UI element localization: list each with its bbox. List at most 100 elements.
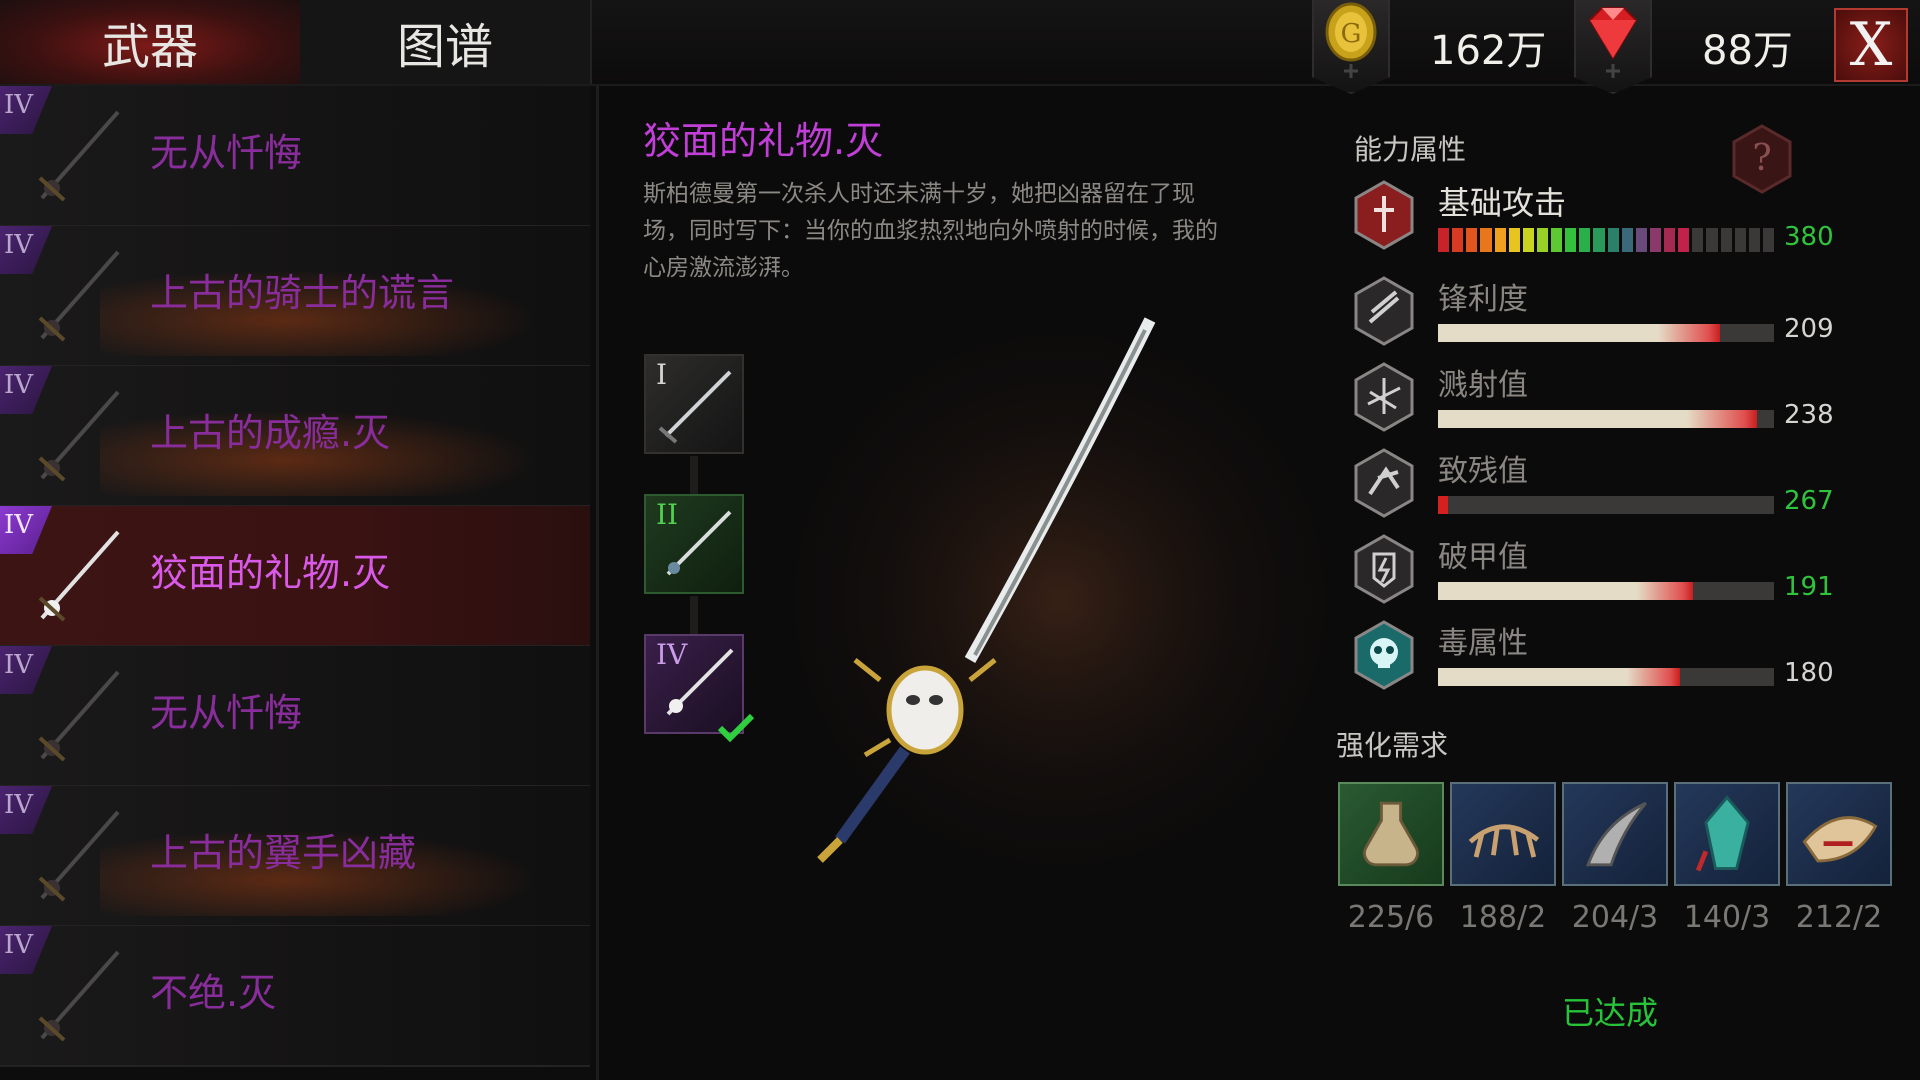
weapon-thumbnail-icon [38,670,120,762]
gem-amount: 88万 [1702,28,1793,74]
stat-bar-segment [1664,228,1676,252]
stat-bar-segment [1536,228,1548,252]
checkmark-icon [717,713,755,743]
weapon-name: 狡面的礼物.灭 [150,551,391,595]
weapon-list-item[interactable]: IV 上古的成瘾.灭 [0,366,590,507]
weapon-list-item[interactable]: IV 无从忏悔 [0,86,590,227]
svg-text:G: G [1341,19,1362,49]
weapon-thumbnail-icon [38,810,120,902]
stat-bar-segment [1522,228,1534,252]
top-bar: 武器 图谱 G 162万 88万 X [0,0,1920,94]
bone-icon [1802,816,1878,863]
splash-icon [1354,362,1414,432]
weapon-list-item[interactable]: IV 狡面的礼物.灭 [0,506,590,647]
stat-bar-segment [1734,228,1746,252]
weapon-title: 狡面的礼物.灭 [643,119,884,163]
stat-bar-fill [1438,324,1721,342]
sharpness-icon [1354,276,1414,346]
material-count: 188/2 [1459,900,1547,935]
claw-icon [1468,824,1540,858]
weapon-list-item[interactable]: IV 无从忏悔 [0,646,590,787]
stat-name: 基础攻击 [1438,184,1567,222]
armor-break-icon [1354,534,1414,604]
weapon-name: 无从忏悔 [150,131,303,175]
fang-icon [1586,801,1647,867]
weapon-list-item[interactable]: IV 上古的骑士的谎言 [0,226,590,367]
weapon-thumbnail-icon [38,390,120,482]
tab-weapons[interactable]: 武器 [0,0,302,84]
stat-name: 溅射值 [1438,368,1528,403]
sword-stage-1-icon [658,370,732,444]
stat-bar [1438,668,1774,686]
cripple-icon [1354,448,1414,518]
attributes-title: 能力属性 [1354,133,1467,166]
stat-name: 锋利度 [1438,282,1528,317]
poison-skull-icon [1354,620,1414,690]
material-slot[interactable] [1450,782,1556,886]
stat-bar-segment [1565,228,1577,252]
stat-bar-segment [1593,228,1605,252]
stat-bar-segment [1621,228,1633,252]
close-icon: X [1849,10,1893,80]
stat-bar-segment [1480,228,1492,252]
material-count: 204/3 [1571,900,1659,935]
material-slot[interactable] [1338,782,1444,886]
gold-coin-icon: G [1325,2,1377,78]
weapon-list-item[interactable]: IV 上古的翼手凶藏 [0,786,590,927]
tab-codex[interactable]: 图谱 [300,0,592,84]
weapon-thumbnail-icon [38,250,120,342]
stat-bar [1438,324,1774,342]
close-button[interactable]: X [1834,8,1908,82]
gem-slot[interactable] [1574,0,1652,94]
stat-name: 毒属性 [1438,626,1528,661]
stat-bar-segment [1494,228,1506,252]
weapon-preview-image [760,300,1360,900]
weapon-thumbnail-icon [38,110,120,202]
stat-bar-segment [1635,228,1647,252]
stat-bar-segment [1551,228,1563,252]
stat-bar-segment [1579,228,1591,252]
stat-bar-fill [1438,496,1449,514]
gold-slot[interactable]: G [1312,0,1390,94]
material-slot[interactable] [1562,782,1668,886]
material-slot[interactable] [1674,782,1780,886]
weapon-name: 无从忏悔 [150,691,303,735]
stat-bar-fill [1438,668,1680,686]
weapon-list[interactable]: IV 无从忏悔 IV 上古的骑士的谎言 IV 上古的成瘾.灭 IV 狡面的礼物.灭 IV 无从忏悔… [0,86,599,1080]
stat-bar-segment [1720,228,1732,252]
stage-connector [690,596,698,634]
requirements-title: 强化需求 [1336,729,1449,762]
stage-4-slot[interactable]: IV [644,634,755,743]
stat-value: 209 [1784,314,1834,344]
stat-bar-segment [1508,228,1520,252]
requirement-status: 已达成 [1562,994,1659,1032]
stat-bar-segment [1607,228,1619,252]
help-icon[interactable]: ? [1730,124,1794,194]
stat-bar-fill [1438,410,1758,428]
weapon-name: 上古的成瘾.灭 [150,411,391,455]
weapon-list-item[interactable]: IV 不绝.灭 [0,926,590,1067]
stage-2-slot[interactable]: II [644,494,744,594]
stat-bar [1438,410,1774,428]
stage-1-slot[interactable]: I [644,354,744,454]
stat-value: 267 [1784,486,1834,516]
stage-connector [690,456,698,494]
weapon-thumbnail-icon [38,950,120,1042]
stat-bar [1438,582,1774,600]
ruby-gem-icon [1588,7,1638,78]
tab-weapons-label: 武器 [101,19,198,75]
crystal-icon [1695,795,1750,872]
sword-stage-2-icon [666,510,732,576]
weapon-name: 上古的翼手凶藏 [150,831,417,875]
stat-value: 238 [1784,400,1834,430]
weapon-thumbnail-icon [38,530,120,622]
material-count: 140/3 [1683,900,1771,935]
potion-flask-icon [1363,801,1419,867]
stat-bar-segment [1692,228,1704,252]
stat-bar-segment [1678,228,1690,252]
stat-name: 破甲值 [1438,540,1528,575]
material-slot[interactable] [1786,782,1892,886]
stat-bar-segment [1452,228,1464,252]
stat-bar [1438,228,1774,252]
stat-name: 致残值 [1438,454,1528,489]
